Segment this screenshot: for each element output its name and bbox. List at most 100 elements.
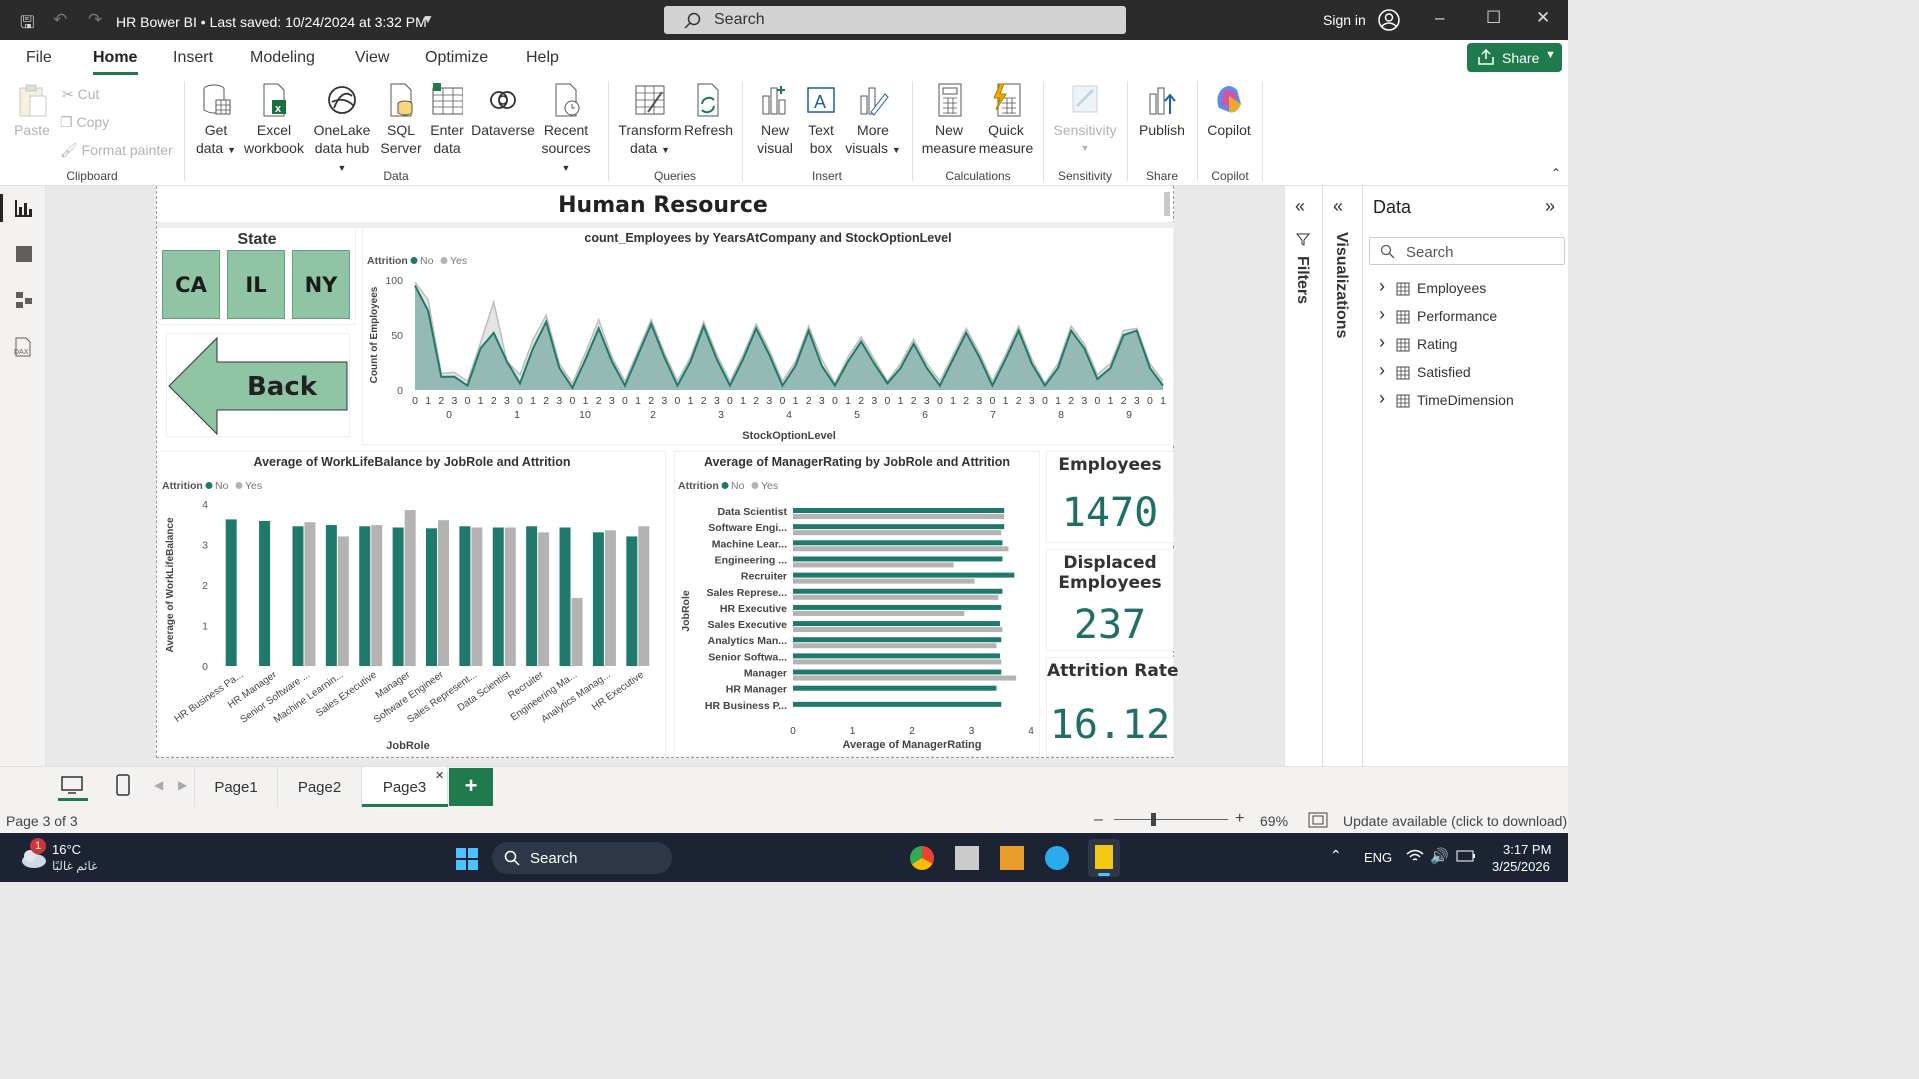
slicer-option-ca[interactable]: CA	[162, 250, 220, 319]
format-painter-button[interactable]: 🖌 Format painter	[60, 142, 173, 159]
sql-server-button[interactable]: SQL Server	[380, 82, 422, 157]
data-table-performance[interactable]: › Performance	[1379, 304, 1559, 329]
enter-data-button[interactable]: Enter data	[428, 82, 466, 157]
app-icon[interactable]	[1000, 846, 1024, 870]
chevron-right-icon[interactable]: ›	[1379, 332, 1385, 353]
kpi-displaced-employees[interactable]: Displaced Employees 237	[1047, 550, 1173, 650]
desktop-layout-icon[interactable]	[60, 775, 84, 795]
zoom-in-icon[interactable]: +	[1235, 810, 1244, 828]
visualizations-pane[interactable]: « Visualizations	[1322, 186, 1362, 766]
minimize-icon[interactable]: –	[1435, 8, 1444, 28]
mobile-layout-icon[interactable]	[115, 773, 131, 797]
filters-pane[interactable]: « Filters	[1284, 186, 1322, 766]
slicer-title: State	[237, 231, 277, 248]
report-view-icon[interactable]	[14, 198, 34, 218]
slicer-option-il[interactable]: IL	[227, 250, 285, 319]
area-chart-card[interactable]: count_Employees by YearsAtCompany and St…	[363, 228, 1173, 444]
recent-sources-button[interactable]: Recent sources ▼	[536, 82, 596, 177]
data-table-employees[interactable]: › Employees	[1379, 276, 1559, 301]
zoom-slider-thumb[interactable]	[1151, 813, 1157, 826]
show-hidden-icons[interactable]: ⌃	[1330, 847, 1342, 864]
chrome-icon[interactable]	[910, 846, 934, 870]
fit-to-page-icon[interactable]	[1308, 812, 1328, 828]
sensitivity-button[interactable]: Sensitivity ▼	[1052, 82, 1118, 157]
windows-start-icon[interactable]	[455, 847, 479, 871]
copilot-button[interactable]: Copilot	[1204, 82, 1254, 139]
excel-workbook-button[interactable]: x Excel workbook	[242, 82, 306, 157]
scroll-right-icon[interactable]: ▶	[178, 778, 187, 792]
volume-icon[interactable]: 🔊	[1430, 847, 1449, 865]
scrollbar[interactable]	[1164, 192, 1170, 216]
search-input[interactable]: Search	[664, 6, 1126, 34]
menu-view[interactable]: View	[355, 49, 389, 67]
table-view-icon[interactable]	[14, 244, 34, 264]
slicer-option-ny[interactable]: NY	[292, 250, 350, 319]
add-page-button[interactable]: +	[449, 768, 493, 806]
cut-button[interactable]: ✂ Cut	[62, 86, 99, 103]
close-tab-icon[interactable]: ✕	[435, 769, 444, 782]
dataverse-button[interactable]: Dataverse	[470, 82, 536, 139]
collapse-ribbon-icon[interactable]: ⌃	[1551, 166, 1561, 180]
back-button[interactable]: Back	[167, 334, 349, 436]
menu-insert[interactable]: Insert	[173, 49, 213, 67]
save-icon[interactable]: 🖫	[20, 10, 34, 39]
manager-rating-chart-card[interactable]: Average of ManagerRating by JobRole and …	[675, 452, 1039, 756]
chevron-right-icon[interactable]: ›	[1379, 304, 1385, 325]
zoom-out-icon[interactable]: –	[1094, 811, 1103, 829]
sign-in-link[interactable]: Sign in	[1323, 12, 1366, 28]
close-icon[interactable]: ✕	[1536, 8, 1550, 28]
kpi-attrition-rate[interactable]: Attrition Rate 16.12	[1047, 658, 1179, 756]
paste-button[interactable]: Paste	[14, 82, 50, 139]
new-visual-button[interactable]: New visual	[754, 82, 796, 157]
menu-optimize[interactable]: Optimize	[425, 49, 488, 67]
data-table-satisfied[interactable]: › Satisfied	[1379, 360, 1559, 385]
data-search-input[interactable]: Search	[1369, 237, 1565, 265]
tab-page3[interactable]: Page3 ✕	[362, 767, 448, 807]
battery-icon[interactable]	[1456, 850, 1476, 862]
chevron-right-icon[interactable]: ›	[1379, 388, 1385, 409]
power-bi-taskbar-button[interactable]	[1088, 839, 1120, 877]
tab-page1[interactable]: Page1	[194, 767, 278, 807]
dax-query-icon[interactable]: DAX	[12, 336, 34, 358]
language-indicator[interactable]: ENG	[1364, 850, 1392, 865]
publish-button[interactable]: Publish	[1136, 82, 1188, 139]
menu-modeling[interactable]: Modeling	[250, 49, 315, 67]
transform-data-button[interactable]: Transform data ▼	[618, 82, 682, 159]
data-table-timedimension[interactable]: › TimeDimension	[1379, 388, 1559, 413]
maximize-icon[interactable]: ☐	[1486, 8, 1501, 28]
onelake-data-hub-button[interactable]: OneLake data hub ▼	[310, 82, 374, 177]
data-table-rating[interactable]: › Rating	[1379, 332, 1559, 357]
update-available-link[interactable]: Update available (click to download)	[1343, 813, 1567, 829]
worklife-chart-card[interactable]: Average of WorkLifeBalance by JobRole an…	[159, 452, 665, 756]
chevron-right-icon[interactable]: ›	[1379, 276, 1385, 297]
undo-icon[interactable]: ↶	[53, 10, 67, 30]
model-view-icon[interactable]	[14, 290, 34, 310]
menu-home[interactable]: Home	[93, 49, 137, 67]
kpi-employees[interactable]: Employees 1470	[1047, 452, 1173, 542]
refresh-button[interactable]: Refresh	[684, 82, 733, 139]
get-data-button[interactable]: Get data ▼	[194, 82, 238, 159]
collapse-data-icon[interactable]: »	[1545, 196, 1555, 217]
telegram-icon[interactable]	[1045, 846, 1069, 870]
scroll-left-icon[interactable]: ◀	[154, 778, 163, 792]
redo-icon[interactable]: ↷	[88, 10, 102, 30]
new-measure-button[interactable]: New measure	[920, 82, 978, 157]
zoom-slider[interactable]	[1114, 819, 1228, 820]
collapse-filters-icon[interactable]: «	[1295, 196, 1305, 217]
chevron-down-icon[interactable]: ▼	[422, 12, 434, 26]
page-title: Human Resource	[157, 188, 1169, 222]
collapse-visualizations-icon[interactable]: «	[1333, 196, 1343, 217]
account-icon[interactable]	[1377, 8, 1401, 32]
share-button[interactable]: Share ▼	[1467, 43, 1562, 72]
tab-page2[interactable]: Page2	[278, 767, 362, 807]
menu-file[interactable]: File	[26, 49, 52, 67]
more-visuals-button[interactable]: More visuals ▼	[844, 82, 902, 159]
quick-measure-button[interactable]: Quick measure	[978, 82, 1034, 157]
menu-help[interactable]: Help	[526, 49, 559, 67]
taskbar-search[interactable]: Search	[492, 842, 672, 874]
wifi-icon[interactable]	[1406, 849, 1424, 863]
copy-button[interactable]: ❐ Copy	[60, 114, 109, 131]
snipping-tool-icon[interactable]	[955, 846, 979, 870]
chevron-right-icon[interactable]: ›	[1379, 360, 1385, 381]
text-box-button[interactable]: A Text box	[802, 82, 840, 157]
